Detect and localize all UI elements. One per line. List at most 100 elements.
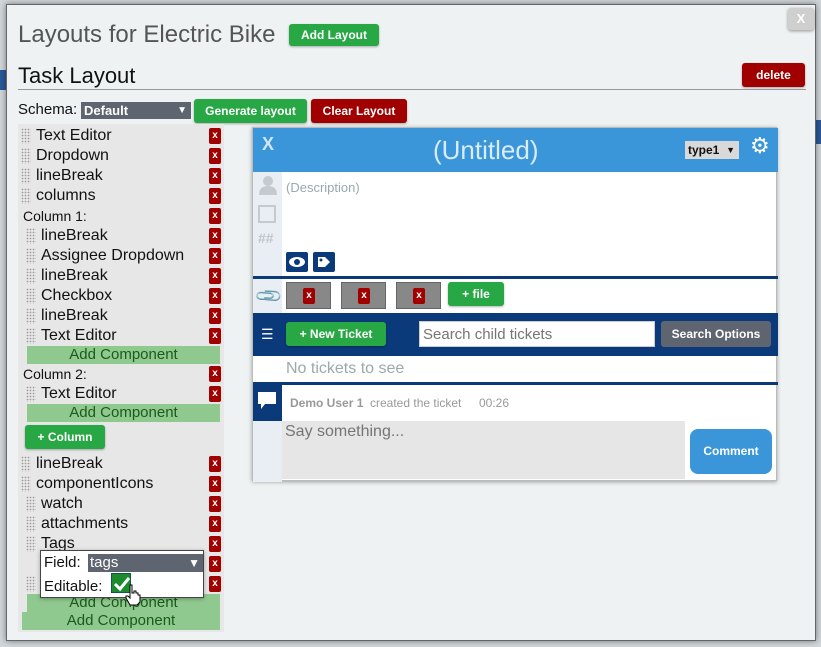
type-select[interactable]: type1 ▼ — [685, 141, 739, 159]
field-value: tags — [90, 554, 119, 571]
task-layout-title: Task Layout — [18, 63, 136, 88]
chevron-down-icon: ▼ — [726, 145, 735, 155]
add-layout-button[interactable]: Add Layout — [289, 24, 379, 46]
schema-select[interactable]: Default ▼ — [81, 102, 191, 119]
modal-close-button[interactable]: X — [788, 8, 814, 30]
add-component-button[interactable]: Add Component — [27, 346, 220, 364]
drag-handle-icon[interactable] — [26, 268, 36, 284]
remove-component-button[interactable]: x — [209, 496, 221, 512]
remove-component-button[interactable]: x — [209, 268, 221, 284]
activity-text: created the ticket — [370, 396, 462, 410]
remove-attachment-button[interactable]: x — [358, 288, 370, 304]
title-divider — [18, 89, 806, 90]
remove-component-button[interactable]: x — [209, 308, 221, 324]
remove-column-button[interactable]: x — [209, 366, 221, 382]
tree-item: watch — [41, 495, 83, 512]
remove-attachment-button[interactable]: x — [413, 288, 425, 304]
watch-eye-button[interactable] — [286, 252, 308, 272]
tag-button[interactable] — [313, 252, 335, 272]
new-ticket-button[interactable]: + New Ticket — [286, 322, 386, 346]
drag-handle-icon[interactable] — [26, 288, 36, 304]
drag-handle-icon[interactable] — [21, 168, 31, 184]
remove-component-button[interactable]: x — [209, 248, 221, 264]
add-component-button[interactable]: Add Component — [27, 404, 220, 422]
remove-component-button[interactable]: x — [209, 576, 221, 592]
no-tickets-text: No tickets to see — [286, 360, 405, 377]
attachment-tile[interactable]: x — [396, 282, 441, 309]
generate-layout-button[interactable]: Generate layout — [194, 99, 307, 123]
drag-handle-icon[interactable] — [26, 228, 36, 244]
drag-handle-icon[interactable] — [26, 516, 36, 532]
remove-component-button[interactable]: x — [209, 386, 221, 402]
modal-title: Layouts for Electric Bike — [18, 21, 276, 48]
drag-handle-icon[interactable] — [26, 248, 36, 264]
drag-handle-icon[interactable] — [26, 308, 36, 324]
card-close-button[interactable]: X — [262, 134, 274, 155]
drag-handle-icon[interactable] — [26, 328, 36, 344]
remove-column-button[interactable]: x — [209, 208, 221, 224]
delete-layout-button[interactable]: delete — [742, 63, 805, 87]
schema-value: Default — [84, 103, 129, 118]
comment-icon-column — [253, 421, 282, 482]
ticket-preview-card: X (Untitled) type1 ▼ ⚙ ## (Description) … — [252, 127, 778, 482]
drag-handle-icon[interactable] — [21, 476, 31, 492]
hash-icon: ## — [258, 230, 274, 246]
drag-handle-icon[interactable] — [21, 148, 31, 164]
remove-attachment-button[interactable]: x — [303, 288, 315, 304]
tree-item: columns — [36, 187, 96, 204]
section-divider — [253, 382, 778, 385]
tree-item: Assignee Dropdown — [41, 247, 185, 264]
remove-component-button[interactable]: x — [209, 556, 221, 572]
remove-component-button[interactable]: x — [209, 476, 221, 492]
tree-item: Text Editor — [36, 127, 112, 144]
drag-handle-icon[interactable] — [26, 386, 36, 402]
field-edit-popup: Field: tags ▼ Editable: — [40, 550, 204, 598]
add-component-button[interactable]: Add Component — [22, 612, 220, 630]
remove-component-button[interactable]: x — [209, 328, 221, 344]
tree-item: attachments — [41, 515, 129, 532]
add-column-button[interactable]: + Column — [25, 425, 105, 449]
attachment-tile[interactable]: x — [341, 282, 386, 309]
field-select[interactable]: tags ▼ — [88, 554, 203, 572]
gear-icon[interactable]: ⚙ — [750, 135, 770, 157]
remove-component-button[interactable]: x — [209, 288, 221, 304]
drag-handle-icon[interactable] — [26, 576, 36, 592]
column-1-title: Column 1: — [23, 208, 87, 224]
drag-handle-icon[interactable] — [21, 188, 31, 204]
remove-component-button[interactable]: x — [209, 228, 221, 244]
drag-handle-icon[interactable] — [26, 496, 36, 512]
schema-label: Schema: — [18, 101, 78, 118]
checkbox-icon — [258, 205, 276, 223]
layout-modal: X Layouts for Electric Bike Add Layout T… — [6, 4, 816, 641]
drag-handle-icon[interactable] — [21, 128, 31, 144]
tree-item: lineBreak — [36, 167, 103, 184]
comment-button[interactable]: Comment — [690, 429, 772, 474]
remove-component-button[interactable]: x — [209, 168, 221, 184]
chevron-down-icon: ▼ — [177, 105, 187, 116]
remove-component-button[interactable]: x — [209, 516, 221, 532]
type-value: type1 — [688, 143, 720, 157]
comment-input[interactable] — [282, 421, 685, 479]
remove-component-button[interactable]: x — [209, 536, 221, 552]
search-options-button[interactable]: Search Options — [661, 321, 771, 347]
tree-item: lineBreak — [41, 267, 108, 284]
tree-item: lineBreak — [41, 227, 108, 244]
clear-layout-button[interactable]: Clear Layout — [311, 99, 407, 123]
pointer-cursor-icon — [125, 584, 141, 611]
remove-component-button[interactable]: x — [209, 148, 221, 164]
search-child-tickets-input[interactable] — [419, 321, 655, 347]
remove-component-button[interactable]: x — [209, 456, 221, 472]
activity-time: 00:26 — [479, 396, 510, 410]
drag-handle-icon[interactable] — [21, 456, 31, 472]
description-field[interactable]: (Description) — [286, 180, 360, 195]
tree-item: componentIcons — [36, 475, 154, 492]
attachment-tile[interactable]: x — [286, 282, 331, 309]
remove-component-button[interactable]: x — [209, 128, 221, 144]
list-icon: ☰ — [261, 326, 274, 342]
ticket-title[interactable]: (Untitled) — [433, 135, 538, 166]
drag-handle-icon[interactable] — [26, 536, 36, 552]
remove-component-button[interactable]: x — [209, 188, 221, 204]
add-file-button[interactable]: + file — [448, 282, 504, 306]
tree-item: lineBreak — [36, 455, 103, 472]
tree-item: Dropdown — [36, 147, 109, 164]
